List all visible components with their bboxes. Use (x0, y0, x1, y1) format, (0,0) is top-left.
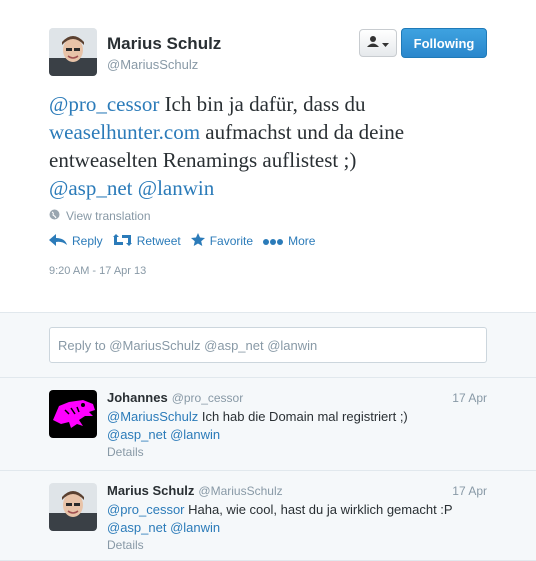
mention-link[interactable]: @asp_net (49, 176, 133, 200)
more-dots-icon (263, 234, 284, 248)
reply-author-handle: @pro_cessor (171, 391, 244, 405)
tweet-text-line: entweaselten Renamings auflistest ;) (49, 146, 489, 174)
globe-icon (49, 209, 60, 223)
reply-input[interactable]: Reply to @MariusSchulz @asp_net @lanwin (49, 327, 487, 363)
text-segment: aufmachst und da deine (200, 120, 405, 144)
reply-author-name: Marius Schulz (107, 483, 195, 498)
retweet-action[interactable]: Retweet (112, 233, 181, 249)
reply-author-handle: @MariusSchulz (198, 484, 283, 498)
mention-link[interactable]: @lanwin (170, 520, 220, 535)
text-segment: entweaselten Renamings auflistest ;) (49, 148, 357, 172)
reply-avatar-dinosaur[interactable] (49, 390, 97, 438)
author-name[interactable]: Marius Schulz (107, 34, 221, 54)
tweet-text-line: @pro_cessor Ich bin ja dafür, dass du (49, 90, 489, 118)
text-segment: Ich bin ja dafür, dass du (159, 92, 366, 116)
reply-date[interactable]: 17 Apr (452, 391, 487, 405)
view-translation-link[interactable]: View translation (49, 209, 151, 223)
more-action[interactable]: More (263, 234, 315, 248)
chevron-down-icon (382, 34, 389, 52)
reply-text: @pro_cessor Haha, wie cool, hast du ja w… (107, 501, 487, 537)
reply-box-area: Reply to @MariusSchulz @asp_net @lanwin (0, 312, 536, 378)
mention-link[interactable]: @asp_net (107, 427, 166, 442)
view-translation-label: View translation (66, 209, 151, 223)
mention-link[interactable]: @pro_cessor (49, 92, 159, 116)
mention-link[interactable]: weaselhunter.com (49, 120, 200, 144)
author-handle[interactable]: @MariusSchulz (107, 57, 198, 72)
tweet-timestamp[interactable]: 9:20 AM - 17 Apr 13 (49, 265, 146, 277)
details-link[interactable]: Details (107, 538, 144, 552)
reply-author[interactable]: Johannes @pro_cessor (107, 390, 243, 405)
tweet-text-line: weaselhunter.com aufmachst und da deine (49, 118, 489, 146)
reply-author-name: Johannes (107, 390, 168, 405)
mention-link[interactable]: @lanwin (170, 427, 220, 442)
reply-tweet[interactable]: Marius Schulz @MariusSchulz 17 Apr @pro_c… (0, 471, 536, 561)
reply-label: Reply (72, 234, 103, 248)
star-icon (190, 233, 205, 249)
reply-line: @asp_net @lanwin (107, 519, 487, 537)
reply-arrow-icon (49, 233, 67, 249)
retweet-label: Retweet (136, 234, 181, 248)
tweet-text: @pro_cessor Ich bin ja dafür, dass du wea… (49, 90, 489, 202)
more-label: More (288, 234, 316, 248)
reply-date[interactable]: 17 Apr (452, 484, 487, 498)
tweet-text-line: @asp_net @lanwin (49, 174, 489, 202)
retweet-icon (112, 233, 132, 249)
main-tweet: Marius Schulz @MariusSchulz Following @p… (0, 0, 536, 312)
mention-link[interactable]: @asp_net (107, 520, 166, 535)
mention-link[interactable]: @MariusSchulz (107, 409, 198, 424)
favorite-label: Favorite (209, 234, 254, 248)
reply-action[interactable]: Reply (49, 233, 103, 249)
reply-line: @pro_cessor Haha, wie cool, hast du ja w… (107, 501, 487, 519)
author-avatar[interactable] (49, 28, 97, 76)
reply-tweet[interactable]: Johannes @pro_cessor 17 Apr @MariusSchulz… (0, 378, 536, 471)
tweet-actions: Reply Retweet Favorite More (49, 231, 325, 251)
mention-link[interactable]: @lanwin (138, 176, 215, 200)
reply-text: @MariusSchulz Ich hab die Domain mal reg… (107, 408, 487, 444)
text-segment: Haha, wie cool, hast du ja wirklich gema… (184, 502, 453, 517)
person-icon (367, 34, 379, 52)
text-segment: Ich hab die Domain mal registriert ;) (198, 409, 408, 424)
reply-author[interactable]: Marius Schulz @MariusSchulz (107, 483, 283, 498)
following-button[interactable]: Following (401, 28, 487, 58)
user-actions-dropdown[interactable] (359, 29, 397, 57)
details-link[interactable]: Details (107, 445, 144, 459)
mention-link[interactable]: @pro_cessor (107, 502, 185, 517)
favorite-action[interactable]: Favorite (190, 233, 254, 249)
reply-line: @MariusSchulz Ich hab die Domain mal reg… (107, 408, 487, 426)
reply-avatar[interactable] (49, 483, 97, 531)
reply-line: @asp_net @lanwin (107, 426, 487, 444)
